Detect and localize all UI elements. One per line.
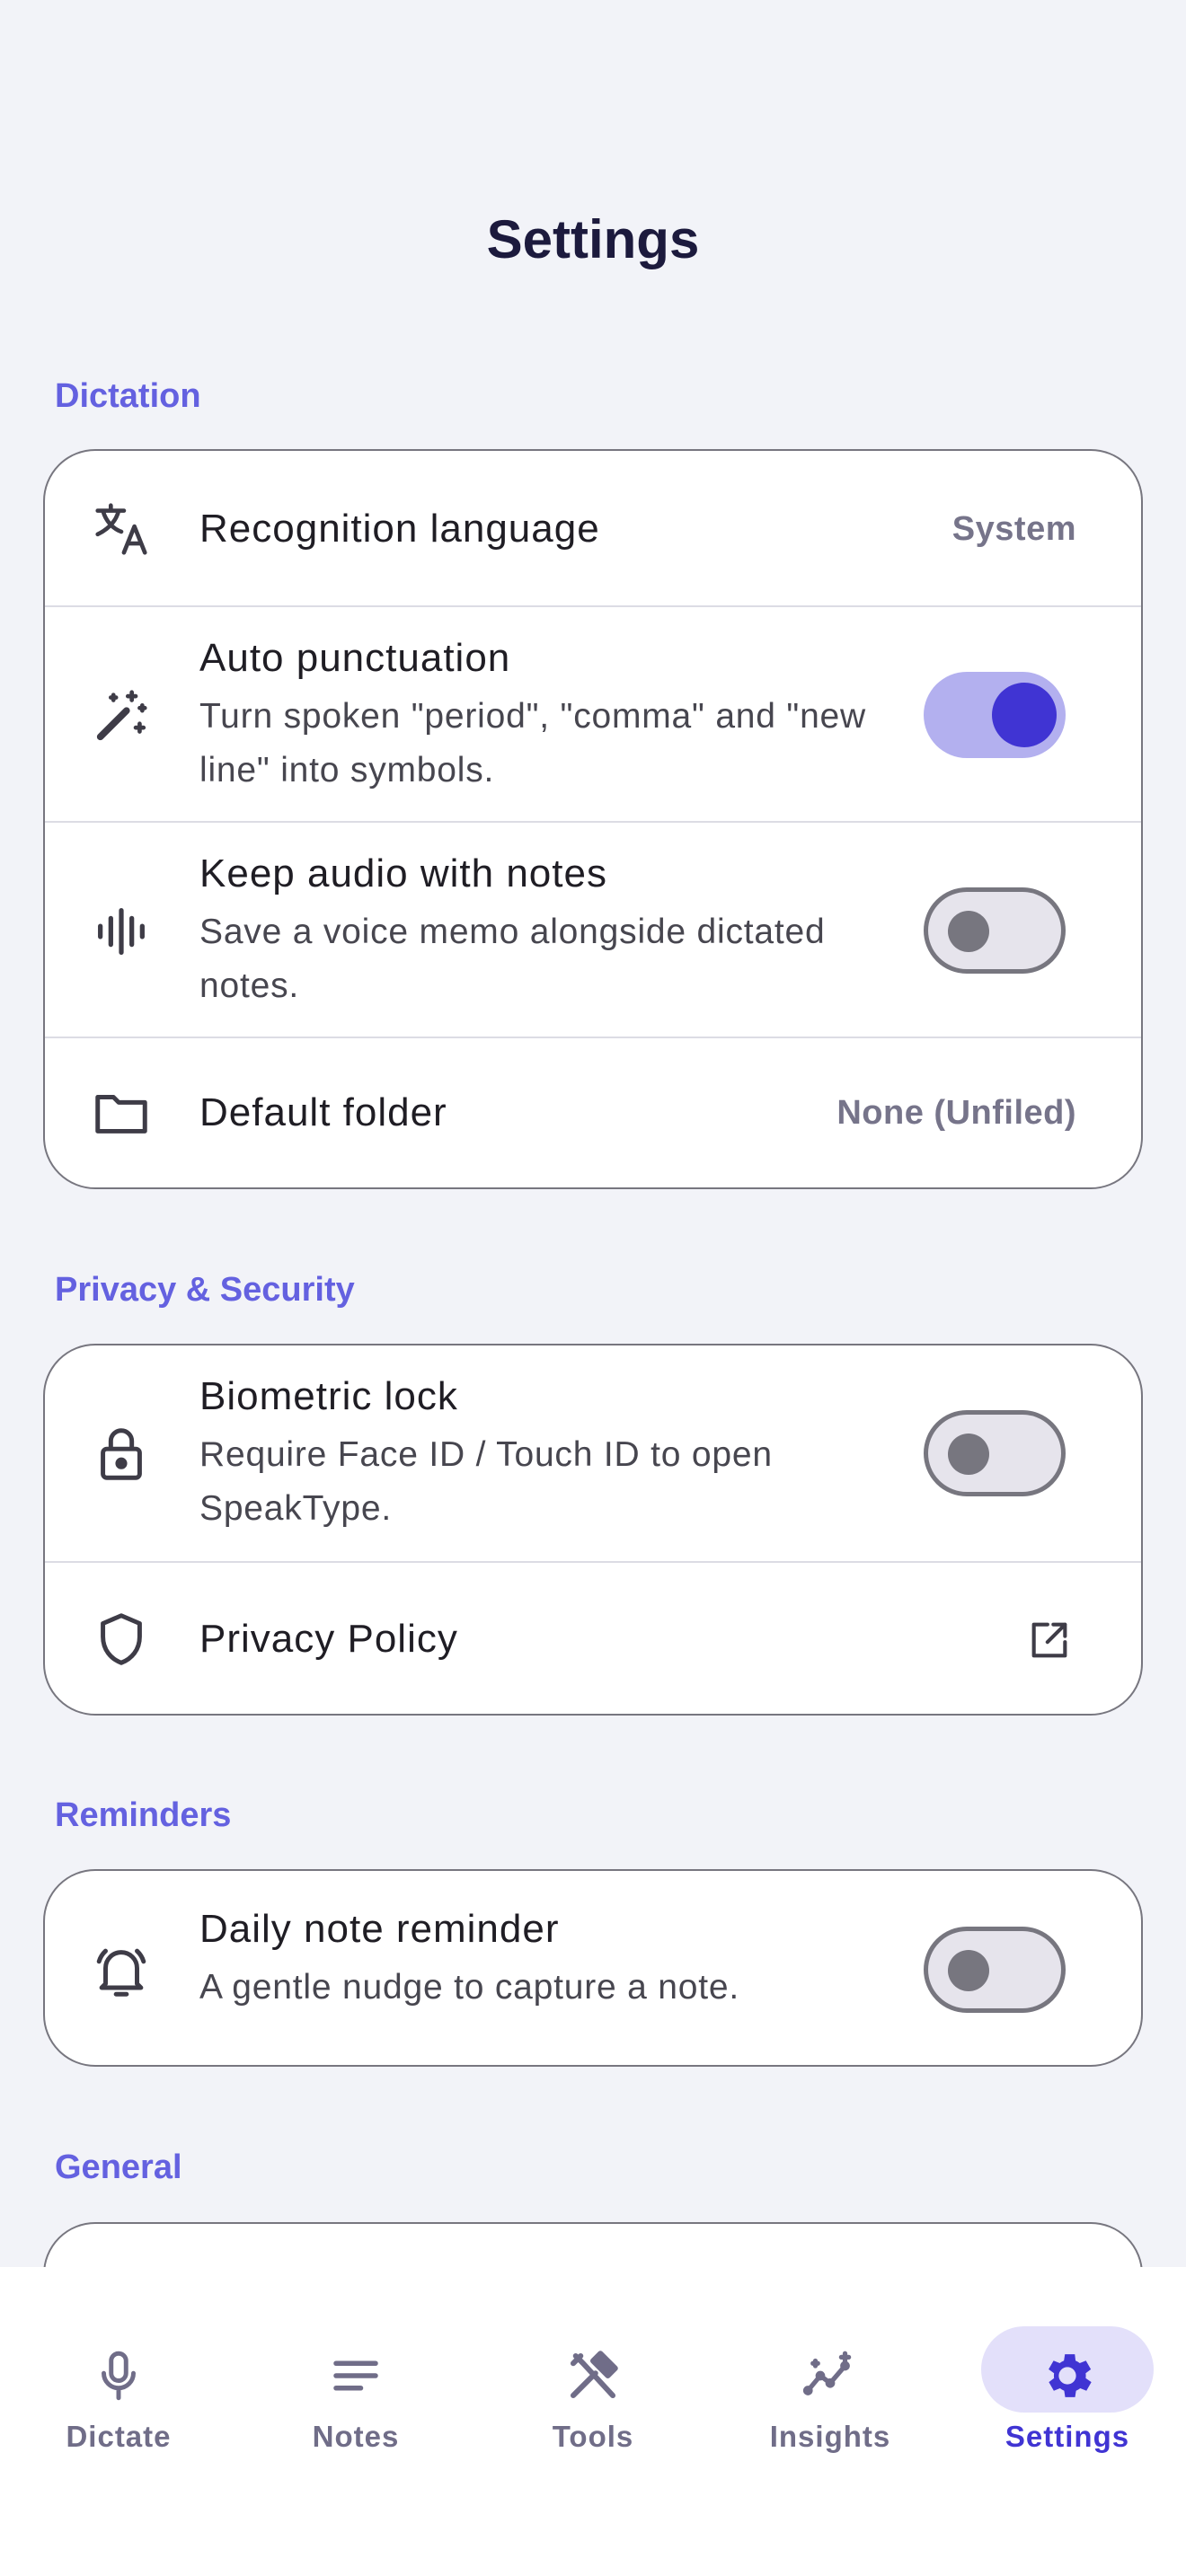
default-folder-value: None (Unfiled) <box>836 1094 1076 1132</box>
biometric-lock-title: Biometric lock <box>199 1374 458 1418</box>
translate-icon <box>90 498 153 560</box>
nav-label-notes: Notes <box>312 2420 400 2453</box>
section-label-reminders: Reminders <box>55 1796 232 1834</box>
keep-audio-row[interactable]: Keep audio with notes Save a voice memo … <box>45 821 1141 1037</box>
biometric-lock-subtitle: Require Face ID / Touch ID to open Speak… <box>199 1435 773 1528</box>
daily-reminder-subtitle: A gentle nudge to capture a note. <box>199 1968 740 2007</box>
daily-reminder-title: Daily note reminder <box>199 1907 560 1951</box>
nav-item-settings[interactable]: Settings <box>949 2303 1186 2465</box>
nav-item-tools[interactable]: Tools <box>474 2303 712 2465</box>
auto-punctuation-title: Auto punctuation <box>199 636 511 680</box>
recognition-language-value: System <box>951 510 1076 548</box>
external-link-icon[interactable] <box>1026 1617 1073 1663</box>
toggle-knob <box>992 683 1057 747</box>
bell-icon <box>90 1939 153 2002</box>
auto-punctuation-toggle[interactable] <box>924 672 1066 758</box>
privacy-policy-row[interactable]: Privacy Policy <box>45 1561 1141 1714</box>
shield-icon <box>90 1608 153 1671</box>
privacy-policy-title: Privacy Policy <box>199 1617 458 1661</box>
section-label-privacy: Privacy & Security <box>55 1271 355 1309</box>
auto-punctuation-row[interactable]: Auto punctuation Turn spoken "period", "… <box>45 605 1141 821</box>
privacy-card: Biometric lock Require Face ID / Touch I… <box>43 1344 1143 1716</box>
toggle-knob <box>948 911 989 952</box>
keep-audio-toggle[interactable] <box>924 887 1066 974</box>
keep-audio-subtitle: Save a voice memo alongside dictated not… <box>199 913 826 1005</box>
daily-reminder-row[interactable]: Daily note reminder A gentle nudge to ca… <box>45 1871 1141 2065</box>
nav-label-tools: Tools <box>552 2420 634 2453</box>
toggle-knob <box>948 1434 989 1475</box>
bottom-nav: Dictate Notes Tools Insights Settings <box>0 2267 1186 2576</box>
nav-item-dictate[interactable]: Dictate <box>0 2303 237 2465</box>
gear-icon <box>1038 2346 1097 2405</box>
keep-audio-title: Keep audio with notes <box>199 851 607 895</box>
dictation-card: Recognition language System Auto punctua… <box>43 449 1143 1189</box>
auto-punctuation-subtitle: Turn spoken "period", "comma" and "new l… <box>199 697 867 790</box>
page-title: Settings <box>486 209 700 269</box>
default-folder-row[interactable]: Default folder None (Unfiled) <box>45 1037 1141 1187</box>
section-label-dictation: Dictation <box>55 377 201 415</box>
nav-label-insights: Insights <box>769 2420 891 2453</box>
nav-item-insights[interactable]: Insights <box>712 2303 949 2465</box>
daily-reminder-toggle[interactable] <box>924 1927 1066 2013</box>
nav-item-notes[interactable]: Notes <box>237 2303 474 2465</box>
waveform-icon <box>90 900 153 963</box>
nav-label-settings: Settings <box>1005 2420 1130 2453</box>
magic-wand-icon <box>90 684 153 747</box>
recognition-language-row[interactable]: Recognition language System <box>45 451 1141 605</box>
folder-icon <box>90 1081 153 1144</box>
notes-icon <box>326 2346 385 2405</box>
lock-icon <box>90 1423 153 1486</box>
default-folder-title: Default folder <box>199 1090 447 1134</box>
microphone-icon <box>89 2346 148 2405</box>
nav-label-dictate: Dictate <box>66 2420 172 2453</box>
toggle-knob <box>948 1950 989 1991</box>
section-label-general: General <box>55 2148 182 2186</box>
biometric-lock-row[interactable]: Biometric lock Require Face ID / Touch I… <box>45 1345 1141 1561</box>
insights-icon <box>801 2346 860 2405</box>
tools-icon <box>563 2346 623 2405</box>
biometric-lock-toggle[interactable] <box>924 1410 1066 1496</box>
reminders-card: Daily note reminder A gentle nudge to ca… <box>43 1869 1143 2067</box>
recognition-language-title: Recognition language <box>199 507 600 551</box>
